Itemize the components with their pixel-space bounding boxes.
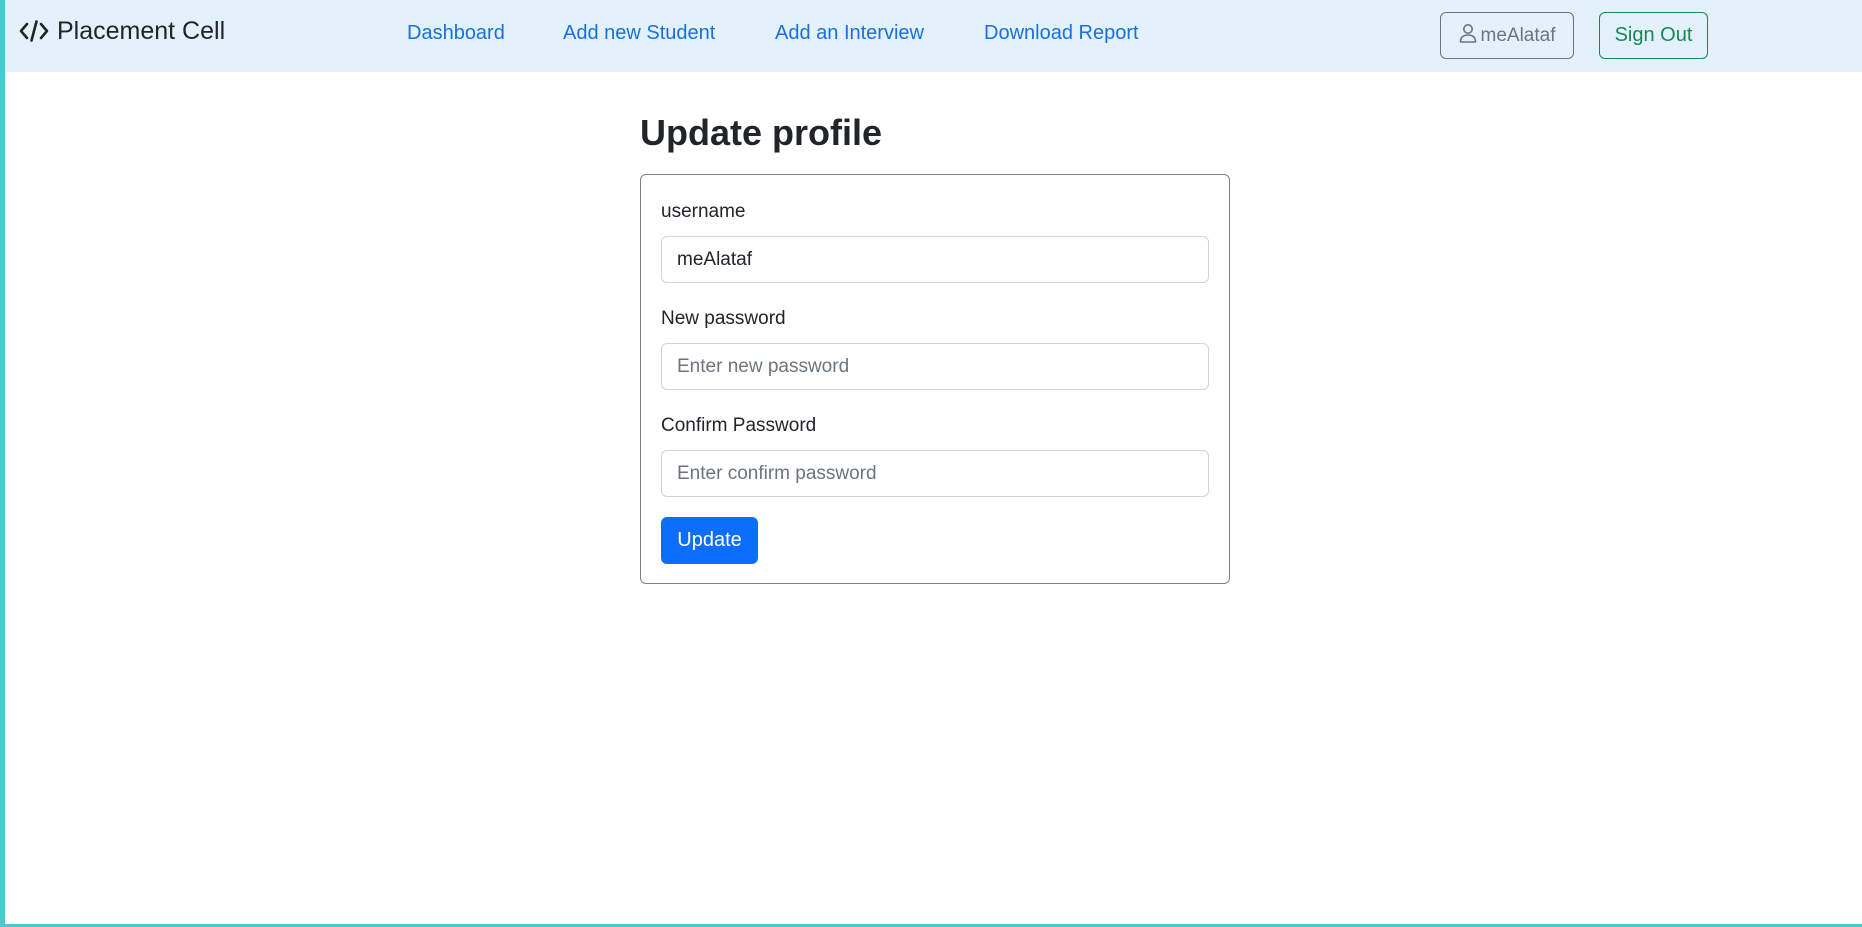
new-password-label: New password [661, 308, 786, 329]
username-label: username [661, 201, 746, 222]
page-title: Update profile [640, 112, 883, 153]
brand-label: Placement Cell [57, 16, 226, 45]
update-button[interactable]: Update [661, 517, 758, 564]
user-profile-label: meAlataf [1480, 24, 1556, 46]
username-input[interactable] [661, 236, 1209, 283]
code-icon [19, 19, 49, 43]
brand-link[interactable]: Placement Cell [19, 14, 225, 48]
confirm-password-input[interactable] [661, 450, 1209, 497]
person-icon [1459, 23, 1477, 49]
user-profile-button[interactable]: meAlataf [1440, 12, 1574, 59]
update-profile-form: username New password Confirm Password U… [640, 174, 1230, 584]
confirm-password-label: Confirm Password [661, 415, 817, 436]
nav-link-dashboard[interactable]: Dashboard [407, 22, 505, 45]
nav-link-download-report[interactable]: Download Report [984, 22, 1139, 45]
nav-link-add-student[interactable]: Add new Student [563, 22, 715, 45]
sign-out-button[interactable]: Sign Out [1599, 12, 1708, 59]
nav-link-add-interview[interactable]: Add an Interview [775, 22, 924, 45]
new-password-input[interactable] [661, 343, 1209, 390]
navbar: Placement Cell Dashboard Add new Student… [5, 0, 1862, 72]
browser-viewport: Placement Cell Dashboard Add new Student… [5, 0, 1862, 924]
